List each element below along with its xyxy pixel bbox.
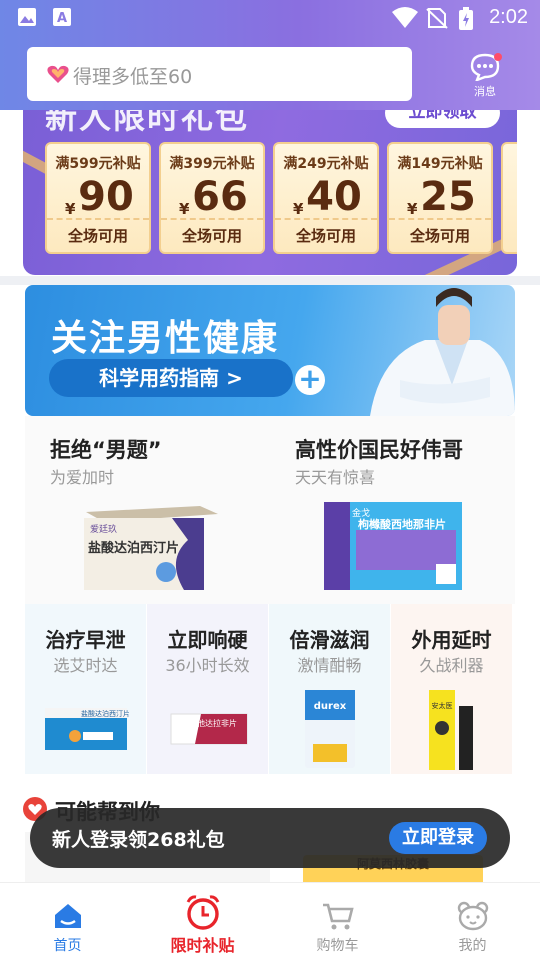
gallery-icon xyxy=(18,8,36,26)
category-subtitle: 久战利器 xyxy=(419,656,484,675)
coupon-condition: 满399元补贴 xyxy=(169,156,255,172)
product-subtitle: 天天有惊喜 xyxy=(295,468,376,487)
box-name: 枸橼酸西地那非片 xyxy=(358,517,446,531)
category-subtitle: 激情酣畅 xyxy=(297,656,362,675)
alarm-clock-icon xyxy=(186,895,219,930)
tab-label: 限时补贴 xyxy=(170,936,235,955)
category-subtitle: 选艾时达 xyxy=(53,656,118,675)
coupon-card[interactable]: 满399元补贴 ¥ 66 全场可用 xyxy=(159,142,265,254)
coupon-condition: 满249元补贴 xyxy=(283,156,369,172)
toast-text: 新人登录领268礼包 xyxy=(52,829,225,851)
category-product-image: durex xyxy=(305,690,355,768)
message-label: 消息 xyxy=(474,85,496,98)
category-title: 立即响硬 xyxy=(167,628,248,652)
box-brand: 爱廷玖 xyxy=(90,523,117,535)
svg-text:A: A xyxy=(57,11,67,26)
unread-dot xyxy=(494,53,502,61)
coupon-amount: 25 xyxy=(420,174,476,220)
box-name: 盐酸达泊西汀片 xyxy=(88,540,179,556)
login-promo-toast: 新人登录领268礼包 立即登录 xyxy=(30,808,510,868)
coupon-scope: 全场可用 xyxy=(389,218,491,252)
coupon-amount: 40 xyxy=(306,174,362,220)
medical-cross-icon: + xyxy=(295,365,325,395)
tab-flash-subsidy[interactable]: 限时补贴 xyxy=(135,883,270,960)
category-title: 倍滑滋润 xyxy=(289,628,370,652)
bear-face-icon xyxy=(457,901,488,931)
no-sim-icon xyxy=(426,8,448,29)
clock: 2:02 xyxy=(489,6,528,28)
new-user-banner[interactable]: 新人限时礼包 立即领取 满599元补贴 ¥ 90 全场可用 满399元补贴 ¥ … xyxy=(23,100,517,275)
health-banner-title: 关注男性健康 xyxy=(51,318,280,359)
tab-label: 我的 xyxy=(458,938,487,954)
coupon-scope: 全场可用 xyxy=(161,218,263,252)
product-subtitle: 为爱加时 xyxy=(50,468,115,487)
product-card[interactable]: 拒绝“男题” 为爱加时 爱廷玖 盐酸达泊西汀片 xyxy=(25,416,270,604)
coupon-condition: 满599元补贴 xyxy=(55,156,141,172)
category-card[interactable]: 外用延时 久战利器 安太医 xyxy=(391,604,512,774)
battery-icon xyxy=(459,7,473,30)
tab-label: 购物车 xyxy=(316,938,359,954)
coupon-card[interactable]: 满249元补贴 ¥ 40 全场可用 xyxy=(273,142,379,254)
product-title: 拒绝“男题” xyxy=(50,438,162,462)
category-card[interactable]: 治疗早泄 选艾时达 盐酸达泊西汀片 xyxy=(25,604,146,774)
status-bar: A 2:02 xyxy=(0,0,540,36)
box-name: 安太医 xyxy=(432,701,453,710)
guide-link[interactable]: 科学用药指南 > xyxy=(49,359,293,397)
tab-cart[interactable]: 购物车 xyxy=(270,883,405,960)
coupon-scope: 全场可用 xyxy=(275,218,377,252)
dapoxetine-box-image: 爱廷玖 盐酸达泊西汀片 xyxy=(84,506,218,590)
doctor-image xyxy=(370,288,515,416)
product-card[interactable]: 高性价国民好伟哥 天天有惊喜 金戈 枸橼酸西地那非片 xyxy=(270,416,515,604)
wifi-icon xyxy=(392,7,418,28)
category-product-image: 安太医 xyxy=(429,690,473,770)
coupon-card-partial[interactable] xyxy=(501,142,517,254)
category-title: 外用延时 xyxy=(411,628,492,652)
product-title: 高性价国民好伟哥 xyxy=(295,438,463,462)
bottom-tab-bar: 首页 限时补贴 购物车 我的 xyxy=(0,882,540,960)
mens-health-banner[interactable]: 关注男性健康 科学用药指南 > + xyxy=(25,285,515,416)
tab-label: 首页 xyxy=(53,938,82,954)
coupon-amount: 66 xyxy=(192,174,248,220)
cart-icon xyxy=(322,903,354,930)
category-card[interactable]: 立即响硬 36小时长效 他达拉非片 xyxy=(147,604,268,774)
box-name: 盐酸达泊西汀片 xyxy=(81,709,129,718)
login-button[interactable]: 立即登录 xyxy=(389,822,487,854)
category-product-image: 他达拉非片 xyxy=(170,713,248,745)
coupon-amount: 90 xyxy=(78,174,134,220)
search-input[interactable]: 得理多低至60 xyxy=(27,47,412,101)
box-name: 他达拉非片 xyxy=(197,718,237,728)
app-screen: A 2:02 得理多低至60 消息 新人限时礼包 立即领取 满599元补贴 ¥ … xyxy=(0,0,540,960)
search-placeholder: 得理多低至60 xyxy=(73,66,193,88)
box-name: durex xyxy=(314,701,347,712)
category-title: 治疗早泄 xyxy=(45,628,126,652)
coupon-condition: 满149元补贴 xyxy=(397,156,483,172)
tab-home[interactable]: 首页 xyxy=(0,883,135,960)
section-divider xyxy=(0,276,540,285)
category-subtitle: 36小时长效 xyxy=(165,656,250,675)
coupon-scope: 全场可用 xyxy=(47,218,149,252)
message-button[interactable]: 消息 xyxy=(460,50,510,100)
coupon-card[interactable]: 满599元补贴 ¥ 90 全场可用 xyxy=(45,142,151,254)
category-product-image: 盐酸达泊西汀片 xyxy=(45,708,129,750)
tab-profile[interactable]: 我的 xyxy=(405,883,540,960)
category-grid: 治疗早泄 选艾时达 盐酸达泊西汀片 立即响硬 36小时长效 他达拉非片 倍滑滋润… xyxy=(25,604,515,774)
header: A 2:02 得理多低至60 消息 xyxy=(0,0,540,110)
heart-icon xyxy=(47,65,69,83)
featured-products: 拒绝“男题” 为爱加时 爱廷玖 盐酸达泊西汀片 高性价国民好伟哥 天天有惊喜 金… xyxy=(25,416,515,604)
category-card[interactable]: 倍滑滋润 激情酣畅 durex xyxy=(269,604,390,774)
a-notification-icon: A xyxy=(53,8,71,26)
home-icon xyxy=(54,904,81,928)
sildenafil-box-image: 金戈 枸橼酸西地那非片 xyxy=(324,502,462,590)
coupon-card[interactable]: 满149元补贴 ¥ 25 全场可用 xyxy=(387,142,493,254)
